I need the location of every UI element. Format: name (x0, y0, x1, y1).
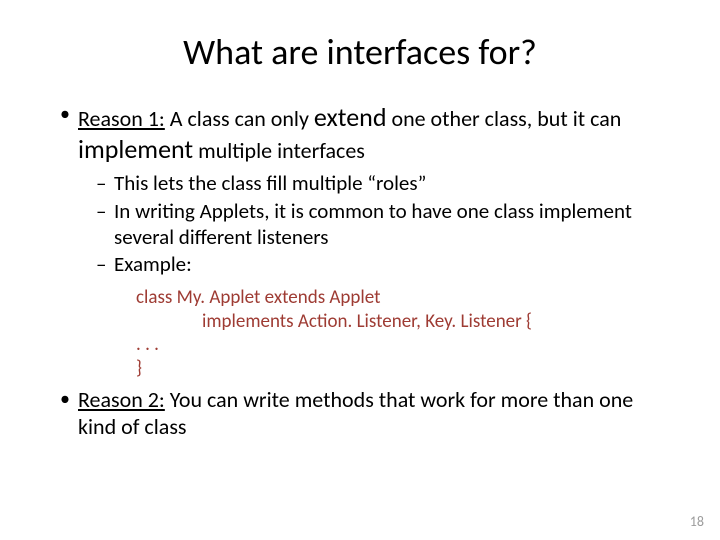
sub-bullet-applets: In writing Applets, it is common to have… (96, 199, 670, 250)
reason1-part3: multiple interfaces (193, 137, 365, 164)
bullet-reason-2: Reason 2: You can write methods that wor… (60, 387, 670, 441)
code-line-2: implements Action. Listener, Key. Listen… (136, 310, 670, 334)
bullet-reason-1: Reason 1: A class can only extend one ot… (60, 102, 670, 381)
sub-bullet-roles: This lets the class fill multiple “roles… (96, 171, 670, 197)
reason1-label: Reason 1: (78, 105, 165, 132)
page-number: 18 (690, 513, 704, 530)
code-line-3: . . . (136, 333, 670, 357)
code-block: class My. Applet extends Applet implemen… (136, 286, 670, 381)
reason1-part2: one other class, but it can (387, 105, 622, 132)
reason1-part1: A class can only (165, 105, 314, 132)
reason1-extend: extend (314, 101, 387, 133)
sub-bullet-example: Example: (96, 252, 670, 278)
slide-title: What are interfaces for? (50, 30, 670, 74)
code-line-4: } (136, 357, 670, 381)
code-line-1: class My. Applet extends Applet (136, 286, 670, 310)
reason2-label: Reason 2: (78, 386, 165, 413)
reason1-implement: implement (78, 133, 193, 165)
